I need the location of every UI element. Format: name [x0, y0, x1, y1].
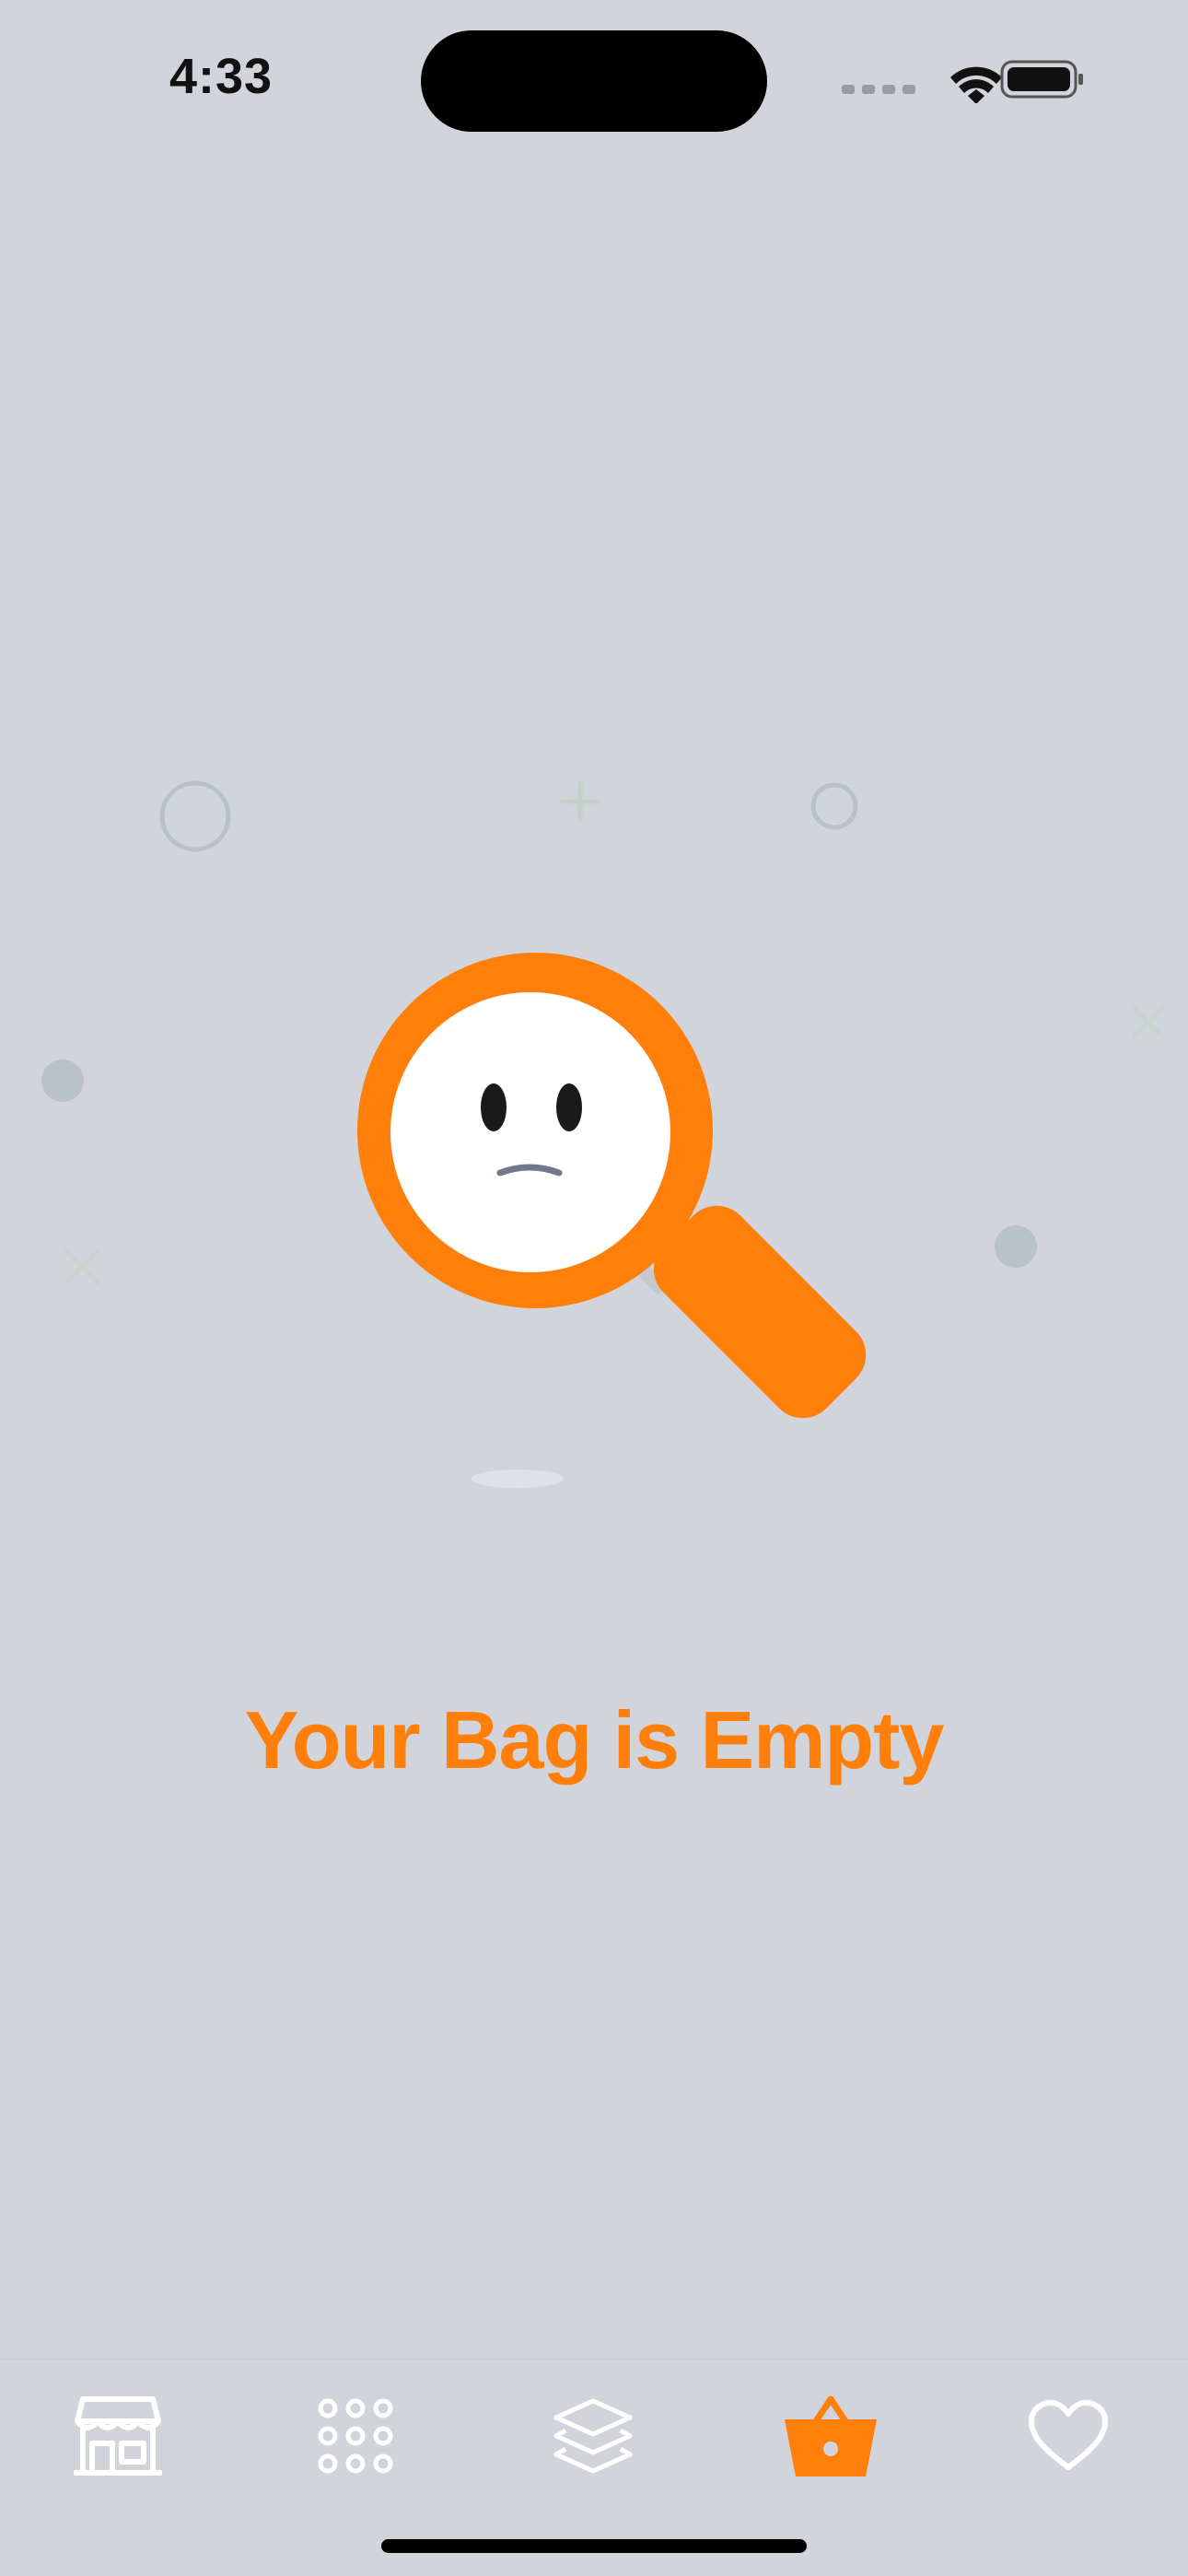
- shopping-basket-icon: [785, 2395, 877, 2476]
- layers-icon: [553, 2398, 633, 2474]
- home-indicator: [381, 2539, 807, 2553]
- grid-dots-icon: [318, 2398, 393, 2474]
- battery-icon: [1000, 60, 1083, 99]
- eye-left: [481, 1083, 507, 1131]
- heart-icon: [1029, 2400, 1108, 2470]
- status-icons: [842, 60, 1083, 103]
- status-time: 4:33: [169, 49, 274, 104]
- store-icon: [74, 2396, 162, 2476]
- tab-collections[interactable]: [538, 2381, 648, 2491]
- decor-plus-icon: [559, 780, 601, 823]
- eye-right: [556, 1083, 582, 1131]
- bag-screen: 4:33 Your Bag is Empty: [0, 0, 1188, 2576]
- empty-bag-illustration: [41, 780, 1165, 1488]
- dynamic-island: [421, 30, 767, 132]
- empty-bag-title: Your Bag is Empty: [244, 1694, 945, 1786]
- wifi-icon: [950, 66, 1002, 103]
- cellular-signal-icon: [842, 85, 915, 94]
- decor-x-icon: [1132, 1006, 1165, 1039]
- decor-circle-outline-small: [810, 782, 858, 830]
- tab-store[interactable]: [63, 2381, 173, 2491]
- decor-dot: [995, 1225, 1037, 1268]
- decor-x-icon-left: [64, 1248, 100, 1285]
- shadow-ellipse: [472, 1469, 564, 1488]
- tab-categories[interactable]: [300, 2381, 411, 2491]
- decor-circle-outline: [159, 780, 231, 852]
- decor-dot: [41, 1060, 84, 1102]
- magnifying-glass-icon: [357, 953, 867, 1419]
- tab-bag[interactable]: [775, 2381, 886, 2491]
- tab-favorites[interactable]: [1013, 2381, 1124, 2491]
